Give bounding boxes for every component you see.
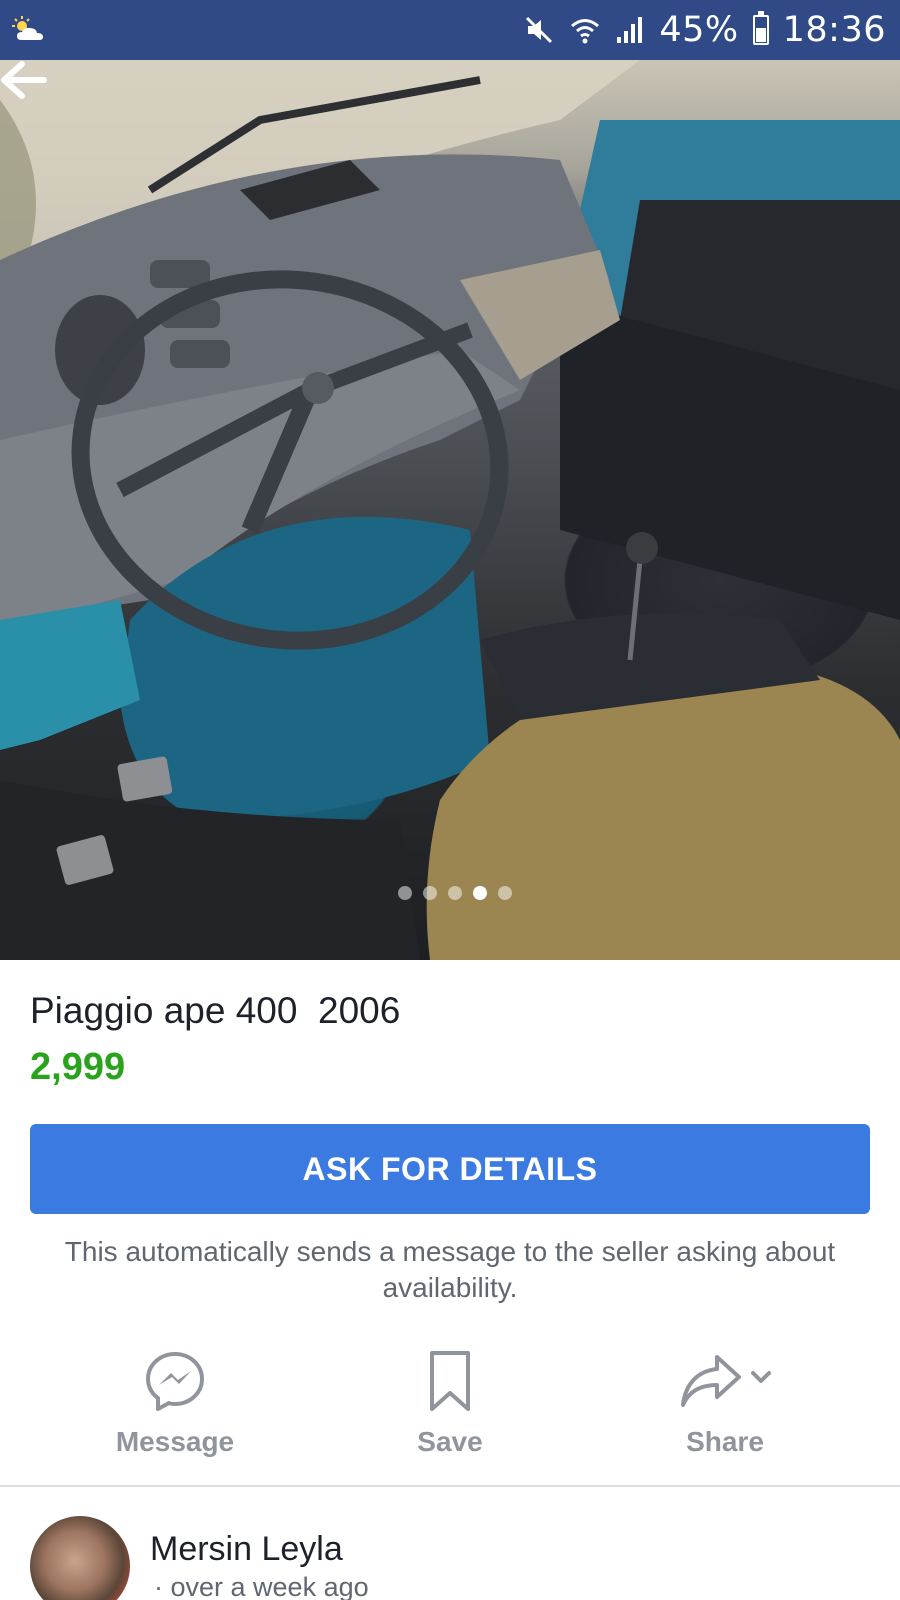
weather-partly-cloudy-icon <box>12 16 43 40</box>
action-row: Message Save Share <box>0 1344 900 1468</box>
battery-percentage: 45% <box>659 10 739 50</box>
seller-name[interactable]: Mersin Leyla <box>150 1530 343 1569</box>
chevron-down-icon <box>751 1371 771 1383</box>
messenger-icon <box>146 1352 204 1411</box>
message-label: Message <box>115 1426 235 1457</box>
status-bar: 45% 18:36 <box>0 0 900 60</box>
divider <box>0 1485 900 1487</box>
battery-icon <box>752 11 769 45</box>
save-label: Save <box>417 1426 483 1457</box>
ask-for-details-button[interactable]: ASK FOR DETAILS <box>30 1124 870 1214</box>
listing-title: Piaggio ape 400 2006 <box>30 990 401 1031</box>
listing-photo[interactable] <box>0 60 900 960</box>
share-label: Share <box>686 1426 764 1457</box>
bookmark-icon <box>430 1351 470 1411</box>
listing-price: 2,999 <box>30 1046 126 1088</box>
save-action[interactable]: Save <box>350 1344 550 1468</box>
carousel-dot[interactable] <box>423 886 437 900</box>
carousel-dot[interactable] <box>498 886 512 900</box>
carousel-dot[interactable] <box>398 886 412 900</box>
carousel-dot[interactable] <box>448 886 462 900</box>
share-action[interactable]: Share <box>625 1344 825 1468</box>
back-arrow-icon[interactable] <box>0 60 48 100</box>
seller-avatar[interactable] <box>30 1516 130 1600</box>
share-icon <box>681 1355 771 1407</box>
listing-photo-image <box>0 60 900 960</box>
signal-icon <box>617 17 643 43</box>
carousel-dot-active[interactable] <box>473 886 487 900</box>
clock: 18:36 <box>782 10 886 50</box>
carousel-indicator <box>0 886 900 900</box>
mute-icon <box>526 16 553 44</box>
auto-message-note: This automatically sends a message to th… <box>64 1236 836 1303</box>
message-action[interactable]: Message <box>75 1344 275 1468</box>
wifi-icon <box>571 19 600 44</box>
posted-time: · over a week ago <box>154 1572 369 1600</box>
